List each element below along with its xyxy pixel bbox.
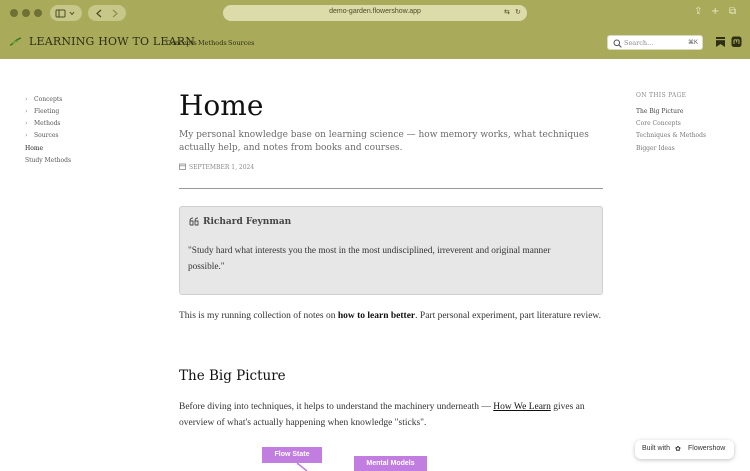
mastodon-icon[interactable] xyxy=(731,36,742,48)
sidebar-item-label: Methods xyxy=(34,120,61,127)
intro-text: This is my running collection of notes o… xyxy=(179,311,338,321)
tabs-overview-icon[interactable]: ⧉ xyxy=(729,5,736,19)
toc-item-bigger-ideas[interactable]: Bigger Ideas xyxy=(636,145,675,152)
quote-callout: Richard Feynman "Study hard what interes… xyxy=(179,206,603,295)
intro-emphasis: how to learn better xyxy=(337,311,416,321)
sidebar-item-study-methods[interactable]: Study Methods xyxy=(25,157,71,164)
browser-toolbar: demo-garden.flowershow.app ⇆ ↻ ⇪ + ⧉ xyxy=(0,0,750,26)
url-text: demo-garden.flowershow.app xyxy=(329,8,421,15)
chevron-right-icon: › xyxy=(25,120,28,127)
nav-link-concepts[interactable]: Concepts xyxy=(166,39,197,47)
diagram-node-mental-models: Mental Models xyxy=(354,456,427,471)
flower-icon: ✿ xyxy=(675,445,681,453)
back-arrow-icon[interactable] xyxy=(96,9,102,17)
nav-link-sources[interactable]: Sources xyxy=(228,39,254,47)
calendar-icon xyxy=(179,163,186,170)
quote-author: Richard Feynman xyxy=(203,217,292,227)
section-heading-big-picture: The Big Picture xyxy=(179,368,286,384)
quote-icon xyxy=(189,217,199,226)
sidebar-item-label: Sources xyxy=(34,132,59,139)
how-we-learn-link[interactable]: How We Learn xyxy=(493,402,551,412)
intro-paragraph: This is my running collection of notes o… xyxy=(179,308,603,324)
publish-date: SEPTEMBER 1, 2024 xyxy=(179,163,254,171)
diagram-node-flow-state: Flow State xyxy=(262,447,322,463)
paragraph-text: Before diving into techniques, it helps … xyxy=(179,402,494,412)
sidebar-item-fleeting[interactable]: › Fleeting xyxy=(25,108,59,115)
nav-link-methods[interactable]: Methods xyxy=(198,39,227,47)
history-nav xyxy=(88,5,126,21)
page-title: Home xyxy=(179,89,264,122)
search-placeholder: Search... xyxy=(624,39,654,47)
quote-text: "Study hard what interests you the most … xyxy=(188,246,551,272)
sidebar-item-home[interactable]: Home xyxy=(25,145,43,152)
sidebar-item-concepts[interactable]: › Concepts xyxy=(25,96,62,103)
logo-icon[interactable] xyxy=(9,36,22,47)
close-window-button[interactable] xyxy=(10,9,18,17)
sidebar-toggle-button[interactable] xyxy=(50,5,82,21)
translate-icon[interactable]: ⇆ xyxy=(504,8,510,16)
divider xyxy=(179,188,603,189)
toc-item-big-picture[interactable]: The Big Picture xyxy=(636,108,683,115)
chevron-right-icon: › xyxy=(25,96,28,103)
sidebar-item-label: Concepts xyxy=(34,96,63,103)
maximize-window-button[interactable] xyxy=(34,9,42,17)
share-icon[interactable]: ⇪ xyxy=(694,5,702,19)
search-icon xyxy=(613,39,622,48)
intro-text-end: . Part personal experiment, part literat… xyxy=(415,311,602,321)
reload-icon[interactable]: ↻ xyxy=(515,8,521,16)
date-text: SEPTEMBER 1, 2024 xyxy=(189,164,255,171)
sidebar-item-label: Fleeting xyxy=(34,108,60,115)
site-header: LEARNING HOW TO LEARN Concepts Methods S… xyxy=(0,26,750,59)
toc-item-core-concepts[interactable]: Core Concepts xyxy=(636,120,681,127)
sidebar-item-sources[interactable]: › Sources xyxy=(25,132,58,139)
big-picture-paragraph: Before diving into techniques, it helps … xyxy=(179,399,603,431)
badge-name: Flowershow xyxy=(688,445,726,452)
toc-item-techniques-methods[interactable]: Techniques & Methods xyxy=(636,132,706,139)
chevron-right-icon: › xyxy=(25,132,28,139)
search-input[interactable]: Search... ⌘K xyxy=(607,35,703,50)
built-with-badge[interactable]: Built with ✿ Flowershow xyxy=(635,440,734,459)
new-tab-icon[interactable]: + xyxy=(711,5,719,19)
badge-prefix: Built with xyxy=(642,445,671,452)
forward-arrow-icon[interactable] xyxy=(112,9,118,17)
chevron-right-icon: › xyxy=(25,108,28,115)
bookmarks-icon[interactable] xyxy=(715,36,726,48)
search-shortcut: ⌘K xyxy=(687,40,698,46)
sidebar-item-methods[interactable]: › Methods xyxy=(25,120,61,127)
sidebar-icon xyxy=(55,9,75,17)
page-subtitle: My personal knowledge base on learning s… xyxy=(179,130,589,153)
address-bar[interactable]: demo-garden.flowershow.app ⇆ ↻ xyxy=(223,5,527,21)
toc-title: ON THIS PAGE xyxy=(636,92,687,99)
minimize-window-button[interactable] xyxy=(22,9,30,17)
